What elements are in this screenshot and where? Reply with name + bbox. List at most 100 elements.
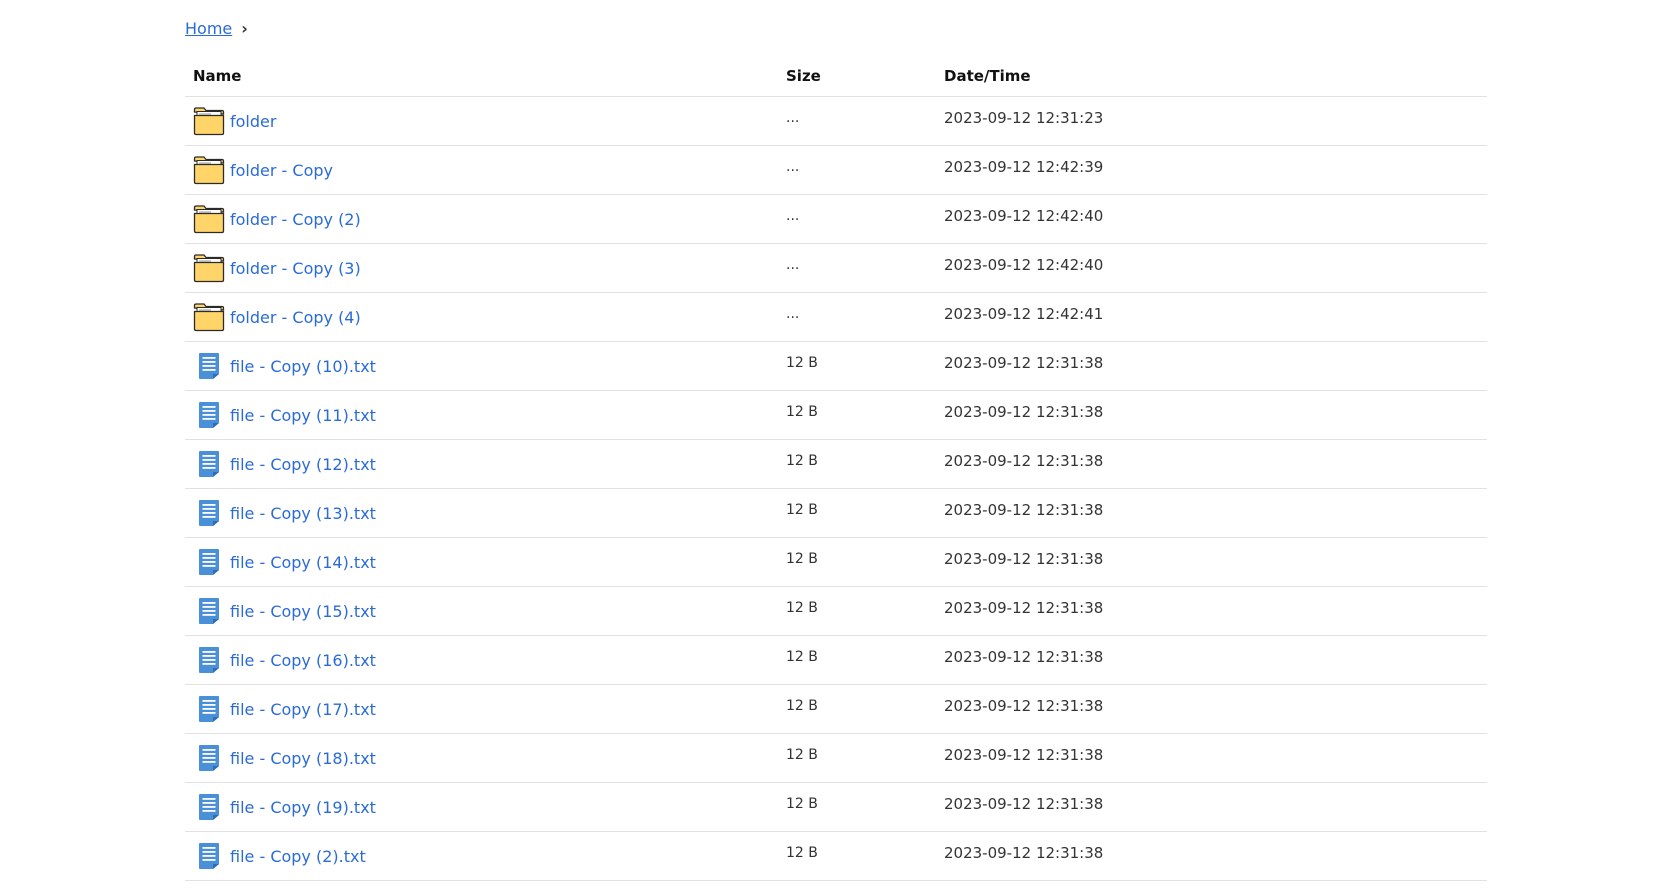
date-cell: 2023-09-12 12:31:38 <box>944 648 1487 669</box>
text-file-icon <box>193 693 225 725</box>
date-value: 2023-09-12 12:31:38 <box>944 354 1104 372</box>
name-cell: folder - Copy (3) <box>185 252 786 284</box>
table-row[interactable]: file - Copy (17).txt 12 B 2023-09-12 12:31… <box>185 685 1487 734</box>
size-cell: 12 B <box>786 698 944 717</box>
size-value: ... <box>786 208 800 224</box>
name-cell: file - Copy (18).txt <box>185 742 786 774</box>
file-link[interactable]: file - Copy (12).txt <box>230 455 376 474</box>
size-value: 12 B <box>786 649 818 665</box>
table-row[interactable]: folder - Copy (3)... 2023-09-12 12:42:40 <box>185 244 1487 293</box>
table-row[interactable]: folder - Copy... 2023-09-12 12:42:39 <box>185 146 1487 195</box>
folder-icon <box>193 203 225 235</box>
size-cell: ... <box>786 159 944 178</box>
name-cell: file - Copy (17).txt <box>185 693 786 725</box>
size-value: ... <box>786 306 800 322</box>
table-row[interactable]: file - Copy (11).txt 12 B 2023-09-12 12:31… <box>185 391 1487 440</box>
text-file-icon <box>193 595 225 627</box>
table-body: folder... 2023-09-12 12:31:23 folder - Co… <box>185 97 1487 881</box>
table-header-row: Name Size Date/Time <box>185 56 1487 97</box>
date-value: 2023-09-12 12:31:38 <box>944 599 1104 617</box>
date-value: 2023-09-12 12:31:38 <box>944 746 1104 764</box>
size-cell: 12 B <box>786 796 944 815</box>
date-value: 2023-09-12 12:31:38 <box>944 697 1104 715</box>
table-row[interactable]: file - Copy (14).txt 12 B 2023-09-12 12:31… <box>185 538 1487 587</box>
size-cell: 12 B <box>786 502 944 521</box>
table-row[interactable]: file - Copy (19).txt 12 B 2023-09-12 12:31… <box>185 783 1487 832</box>
size-value: ... <box>786 257 800 273</box>
size-cell: 12 B <box>786 649 944 668</box>
text-file-icon <box>193 350 225 382</box>
file-browser-page: Home › Name Size Date/Time folder... 2023… <box>0 0 1662 890</box>
file-link[interactable]: file - Copy (2).txt <box>230 847 366 866</box>
file-link[interactable]: file - Copy (14).txt <box>230 553 376 572</box>
file-link[interactable]: file - Copy (15).txt <box>230 602 376 621</box>
date-value: 2023-09-12 12:42:41 <box>944 305 1104 323</box>
name-cell: file - Copy (15).txt <box>185 595 786 627</box>
size-value: 12 B <box>786 845 818 861</box>
name-cell: file - Copy (10).txt <box>185 350 786 382</box>
folder-link[interactable]: folder - Copy (3) <box>230 259 361 278</box>
name-cell: file - Copy (12).txt <box>185 448 786 480</box>
date-cell: 2023-09-12 12:42:40 <box>944 207 1487 228</box>
table-row[interactable]: file - Copy (15).txt 12 B 2023-09-12 12:31… <box>185 587 1487 636</box>
folder-icon <box>193 154 225 186</box>
file-listing-table: Name Size Date/Time folder... 2023-09-12 … <box>185 56 1487 881</box>
file-link[interactable]: file - Copy (16).txt <box>230 651 376 670</box>
folder-icon <box>193 105 225 137</box>
date-cell: 2023-09-12 12:31:38 <box>944 599 1487 620</box>
file-link[interactable]: file - Copy (13).txt <box>230 504 376 523</box>
size-cell: ... <box>786 257 944 276</box>
date-value: 2023-09-12 12:31:38 <box>944 403 1104 421</box>
name-cell: file - Copy (11).txt <box>185 399 786 431</box>
size-value: ... <box>786 159 800 175</box>
size-cell: ... <box>786 110 944 129</box>
size-cell: 12 B <box>786 551 944 570</box>
column-header-date[interactable]: Date/Time <box>944 67 1487 85</box>
date-cell: 2023-09-12 12:31:38 <box>944 354 1487 375</box>
date-value: 2023-09-12 12:42:40 <box>944 207 1104 225</box>
date-value: 2023-09-12 12:31:38 <box>944 844 1104 862</box>
table-row[interactable]: folder... 2023-09-12 12:31:23 <box>185 97 1487 146</box>
name-cell: folder - Copy (4) <box>185 301 786 333</box>
size-value: 12 B <box>786 600 818 616</box>
file-link[interactable]: file - Copy (19).txt <box>230 798 376 817</box>
column-header-name[interactable]: Name <box>185 67 786 85</box>
date-cell: 2023-09-12 12:31:38 <box>944 550 1487 571</box>
table-row[interactable]: file - Copy (10).txt 12 B 2023-09-12 12:31… <box>185 342 1487 391</box>
date-value: 2023-09-12 12:31:38 <box>944 795 1104 813</box>
date-value: 2023-09-12 12:31:38 <box>944 501 1104 519</box>
table-row[interactable]: file - Copy (2).txt 12 B 2023-09-12 12:31:… <box>185 832 1487 881</box>
breadcrumb-home-link[interactable]: Home <box>185 19 232 38</box>
folder-link[interactable]: folder - Copy (2) <box>230 210 361 229</box>
folder-link[interactable]: folder - Copy <box>230 161 333 180</box>
date-cell: 2023-09-12 12:42:40 <box>944 256 1487 277</box>
date-cell: 2023-09-12 12:31:38 <box>944 697 1487 718</box>
date-value: 2023-09-12 12:31:38 <box>944 550 1104 568</box>
file-link[interactable]: file - Copy (17).txt <box>230 700 376 719</box>
name-cell: file - Copy (14).txt <box>185 546 786 578</box>
name-cell: folder - Copy <box>185 154 786 186</box>
file-link[interactable]: file - Copy (18).txt <box>230 749 376 768</box>
table-row[interactable]: file - Copy (12).txt 12 B 2023-09-12 12:31… <box>185 440 1487 489</box>
size-value: 12 B <box>786 453 818 469</box>
folder-link[interactable]: folder <box>230 112 276 131</box>
table-row[interactable]: file - Copy (16).txt 12 B 2023-09-12 12:31… <box>185 636 1487 685</box>
size-value: 12 B <box>786 551 818 567</box>
file-link[interactable]: file - Copy (10).txt <box>230 357 376 376</box>
breadcrumb: Home › <box>185 16 248 40</box>
date-cell: 2023-09-12 12:31:38 <box>944 795 1487 816</box>
file-link[interactable]: file - Copy (11).txt <box>230 406 376 425</box>
size-cell: 12 B <box>786 845 944 864</box>
column-header-size[interactable]: Size <box>786 67 944 85</box>
size-cell: ... <box>786 208 944 227</box>
date-value: 2023-09-12 12:31:23 <box>944 109 1104 127</box>
table-row[interactable]: file - Copy (18).txt 12 B 2023-09-12 12:31… <box>185 734 1487 783</box>
folder-icon <box>193 252 225 284</box>
folder-link[interactable]: folder - Copy (4) <box>230 308 361 327</box>
table-row[interactable]: file - Copy (13).txt 12 B 2023-09-12 12:31… <box>185 489 1487 538</box>
table-row[interactable]: folder - Copy (4)... 2023-09-12 12:42:41 <box>185 293 1487 342</box>
text-file-icon <box>193 497 225 529</box>
size-cell: 12 B <box>786 600 944 619</box>
table-row[interactable]: folder - Copy (2)... 2023-09-12 12:42:40 <box>185 195 1487 244</box>
size-cell: ... <box>786 306 944 325</box>
